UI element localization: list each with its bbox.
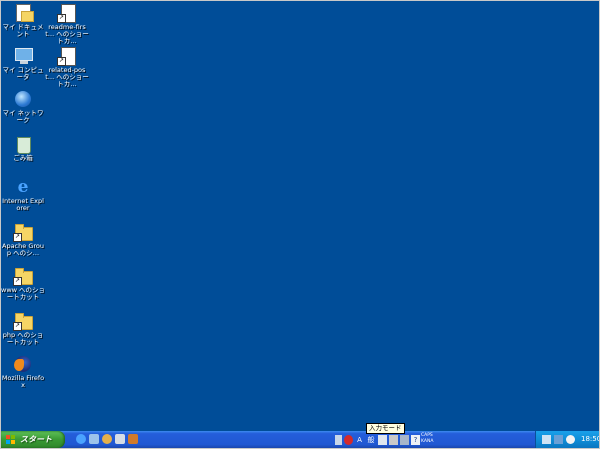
- language-bar-handle-icon[interactable]: [335, 434, 342, 445]
- quick-launch: [76, 434, 138, 445]
- desktop-icon-label: Mozilla Firefox: [1, 374, 45, 389]
- shortcut-arrow-icon: ↗: [13, 322, 22, 331]
- caps-kana-indicator: CAPS KANA: [421, 433, 451, 445]
- desktop-icon-readme-first[interactable]: ↗ readme-first… へのショートカ…: [45, 4, 89, 45]
- desktop-icon-label: readme-first… へのショートカ…: [45, 23, 89, 45]
- media-icon[interactable]: [102, 434, 112, 444]
- folder-shortcut-icon: ↗: [13, 223, 33, 242]
- start-label: スタート: [20, 435, 52, 444]
- desktop-icon-label: related-post… へのショートカ…: [45, 66, 89, 88]
- desktop-icon-related-post[interactable]: ↗ related-post… へのショートカ…: [45, 47, 89, 88]
- language-bar: A 般 ?: [335, 433, 420, 446]
- system-tray: 18:50: [535, 431, 599, 448]
- ime-icon[interactable]: [344, 434, 353, 445]
- desktop-icon-label: マイ コンピュータ: [2, 66, 44, 81]
- input-mode-tooltip: 入力モード: [366, 423, 405, 434]
- ie-quicklaunch-icon[interactable]: [76, 434, 86, 444]
- security-tray-icon[interactable]: [566, 435, 575, 444]
- firefox-icon: [14, 355, 32, 373]
- ime-pad-icon[interactable]: [378, 434, 387, 445]
- shortcut-arrow-icon: ↗: [57, 14, 66, 23]
- desktop-icon-my-network[interactable]: マイ ネットワーク: [1, 90, 45, 124]
- desktop[interactable]: マイ ドキュメント マイ コンピュータ マイ ネットワーク ごみ箱 e Inte…: [1, 1, 599, 431]
- app-icon[interactable]: [115, 434, 125, 444]
- my-computer-icon: [14, 47, 33, 65]
- desktop-icon-my-computer[interactable]: マイ コンピュータ: [1, 47, 45, 81]
- taskbar: スタート A 般 ? CAPS KANA 18:50: [1, 431, 599, 448]
- ime-tools-icon[interactable]: [389, 434, 398, 445]
- network-tray-icon[interactable]: [542, 435, 551, 444]
- ime-options-icon[interactable]: [400, 434, 409, 445]
- desktop-icon-label: マイ ネットワーク: [2, 109, 44, 124]
- shortcut-arrow-icon: ↗: [13, 277, 22, 286]
- my-network-icon: [14, 90, 32, 108]
- tray-app-icon[interactable]: [554, 435, 563, 444]
- document-shortcut-icon: ↗: [57, 4, 76, 23]
- desktop-icon-my-documents[interactable]: マイ ドキュメント: [1, 4, 45, 38]
- desktop-icon-label: www へのショートカット: [1, 286, 46, 301]
- my-documents-icon: [14, 4, 34, 22]
- input-mode-button[interactable]: A: [355, 435, 364, 445]
- desktop-icon-internet-explorer[interactable]: e Internet Explorer: [1, 178, 45, 212]
- desktop-icon-mozilla-firefox[interactable]: Mozilla Firefox: [1, 355, 45, 389]
- desktop-icon-label: マイ ドキュメント: [2, 23, 44, 38]
- show-desktop-icon[interactable]: [89, 434, 99, 444]
- folder-shortcut-icon: ↗: [13, 312, 33, 331]
- desktop-icon-label: Apache Group へのシ…: [2, 242, 44, 257]
- help-icon[interactable]: ?: [411, 434, 420, 445]
- shortcut-arrow-icon: ↗: [13, 233, 22, 242]
- internet-explorer-icon: e: [17, 177, 29, 197]
- document-shortcut-icon: ↗: [57, 47, 76, 66]
- desktop-icon-recycle-bin[interactable]: ごみ箱: [1, 135, 45, 162]
- app2-icon[interactable]: [128, 434, 138, 444]
- desktop-icon-label: php へのショートカット: [2, 331, 44, 346]
- screen-frame: マイ ドキュメント マイ コンピュータ マイ ネットワーク ごみ箱 e Inte…: [0, 0, 600, 449]
- desktop-icon-php[interactable]: ↗ php へのショートカット: [1, 312, 45, 346]
- desktop-icon-www[interactable]: ↗ www へのショートカット: [1, 267, 45, 301]
- start-button[interactable]: スタート: [1, 431, 65, 448]
- recycle-bin-icon: [14, 135, 32, 154]
- folder-shortcut-icon: ↗: [13, 267, 33, 286]
- kana-indicator: KANA: [421, 439, 434, 444]
- windows-flag-icon: [6, 435, 15, 444]
- desktop-icon-label: Internet Explorer: [2, 197, 44, 212]
- shortcut-arrow-icon: ↗: [57, 57, 66, 66]
- desktop-icon-label: ごみ箱: [13, 154, 33, 162]
- kana-mode-button[interactable]: 般: [366, 435, 376, 445]
- desktop-icon-apache-group[interactable]: ↗ Apache Group へのシ…: [1, 223, 45, 257]
- taskbar-clock[interactable]: 18:50: [581, 431, 599, 448]
